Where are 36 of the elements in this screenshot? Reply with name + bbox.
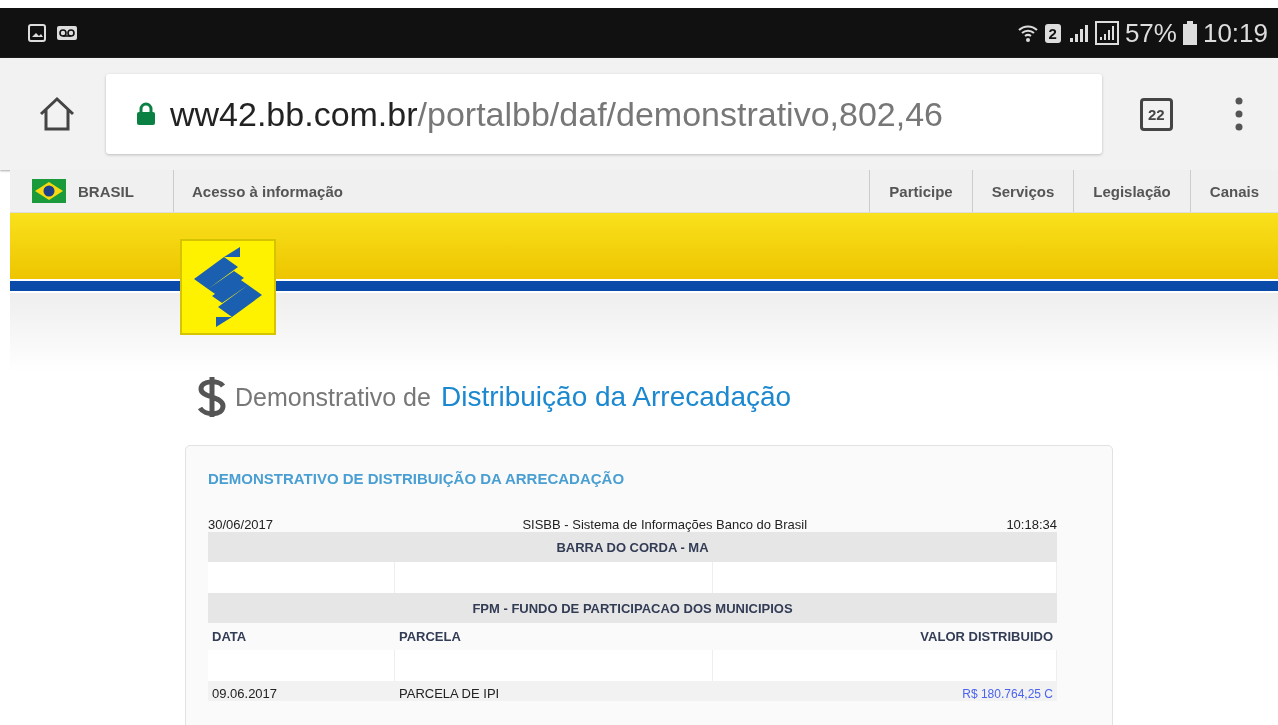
home-icon[interactable] — [38, 96, 76, 132]
table-cell-text: PARCELA DE IPI — [398, 686, 501, 701]
access-link[interactable]: Acesso à informação — [174, 170, 870, 212]
clock: 10:19 — [1202, 17, 1268, 49]
signal-icon — [1094, 21, 1119, 45]
report-date: 30/06/2017 — [208, 516, 274, 532]
battery-icon — [1182, 21, 1197, 45]
menu-icon[interactable] — [1234, 96, 1243, 132]
tab-count-button[interactable]: 22 — [1140, 97, 1173, 131]
voicemail-icon — [56, 25, 78, 41]
battery-percent: 57% — [1124, 17, 1177, 49]
url-text: ww42.bb.com.br/portalbb/daf/demonstrativo,802,46 — [170, 94, 943, 134]
lock-icon — [136, 102, 156, 126]
nav-link[interactable]: Canais — [1189, 170, 1278, 212]
page-title: Distribuição da Arrecadação — [440, 381, 792, 413]
nav-link[interactable]: Legislação — [1073, 170, 1190, 212]
report-title: DEMONSTRATIVO DE DISTRIBUIÇÃO DA ARRECADAÇÃO — [208, 470, 626, 487]
table-cell-text: R$ 180.764,25 C — [961, 687, 1054, 701]
logo-icon — [180, 239, 276, 335]
column-header: PARCELA — [398, 629, 462, 644]
nav-link[interactable]: Serviços — [971, 170, 1074, 212]
flag-icon — [32, 179, 66, 203]
system-name: SISBB - Sistema de Informações Banco do Brasil — [522, 516, 808, 532]
column-header: VALOR DISTRIBUIDO — [919, 629, 1054, 644]
page-title-lead: Demonstrativo de — [235, 382, 431, 412]
column-header: DATA — [211, 629, 248, 644]
wifi-icon — [1016, 22, 1039, 44]
country-link[interactable]: BRASIL — [78, 182, 134, 200]
nav-link[interactable]: Participe — [869, 170, 972, 212]
section-header: BARRA DO CORDA - MA — [208, 532, 1057, 562]
address-bar[interactable]: ww42.bb.com.br/portalbb/daf/demonstrativo,802,46 — [106, 74, 1102, 154]
table-cell-text: 09.06.2017 — [211, 686, 279, 701]
sim-badge: 2 — [1044, 23, 1061, 43]
image-icon — [28, 24, 46, 42]
report-time: 10:18:34 — [1006, 516, 1057, 532]
section-header: FPM - FUNDO DE PARTICIPACAO DOS MUNICIPIOS — [208, 593, 1057, 623]
